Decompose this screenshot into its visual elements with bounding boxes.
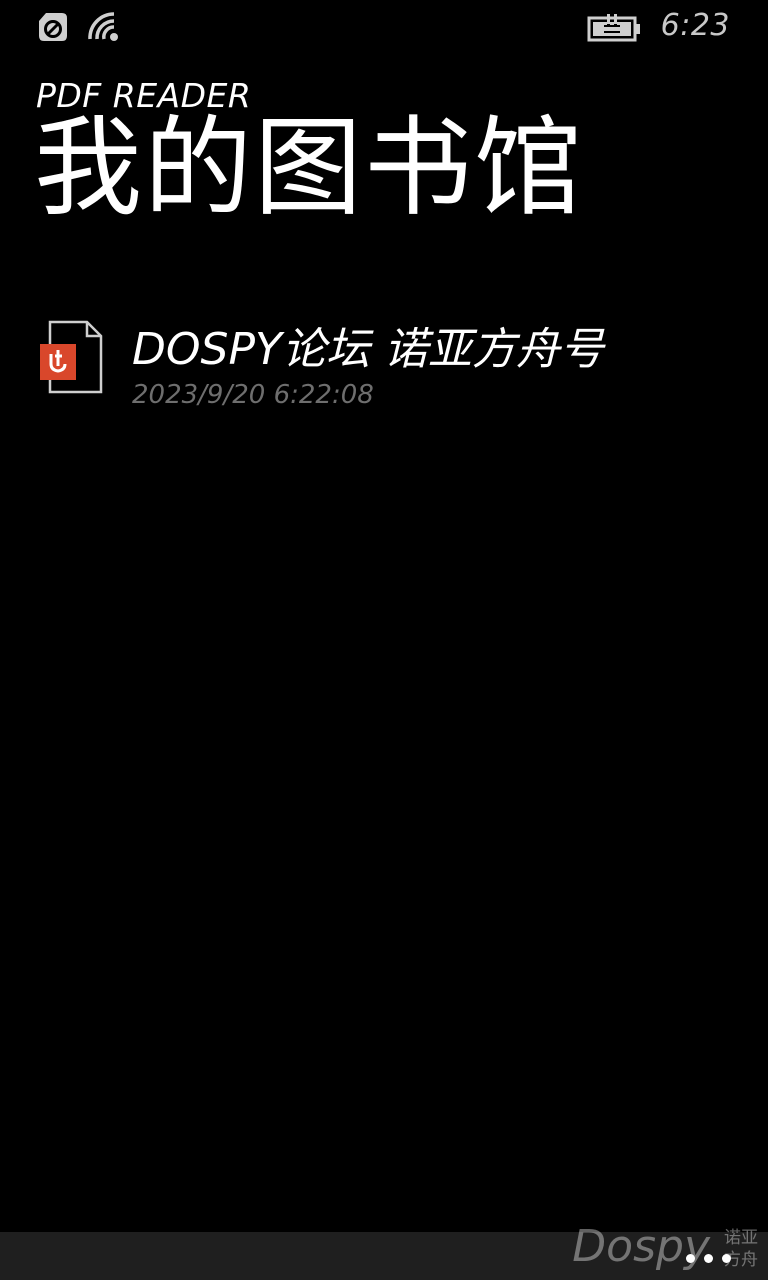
wifi-icon [88, 12, 118, 41]
page-title: 我的图书馆 [34, 106, 585, 231]
pdf-file-icon [40, 320, 103, 394]
watermark-sub-line2: 方舟 [724, 1250, 758, 1270]
clock: 6:23 [660, 8, 730, 43]
status-bar: 6:23 [0, 0, 768, 56]
watermark: Dospy 诺亚 方舟 [558, 1218, 758, 1274]
file-list-item[interactable]: DOSPY论坛 诺亚方舟号 2023/9/20 6:22:08 [0, 316, 768, 426]
file-list: DOSPY论坛 诺亚方舟号 2023/9/20 6:22:08 [0, 316, 768, 426]
watermark-text: Dospy [572, 1221, 710, 1272]
file-name: DOSPY论坛 诺亚方舟号 [132, 324, 604, 375]
watermark-sub-line1: 诺亚 [724, 1228, 758, 1248]
file-date: 2023/9/20 6:22:08 [132, 380, 374, 410]
battery-charging-icon [587, 13, 640, 42]
data-saver-icon [39, 13, 67, 41]
